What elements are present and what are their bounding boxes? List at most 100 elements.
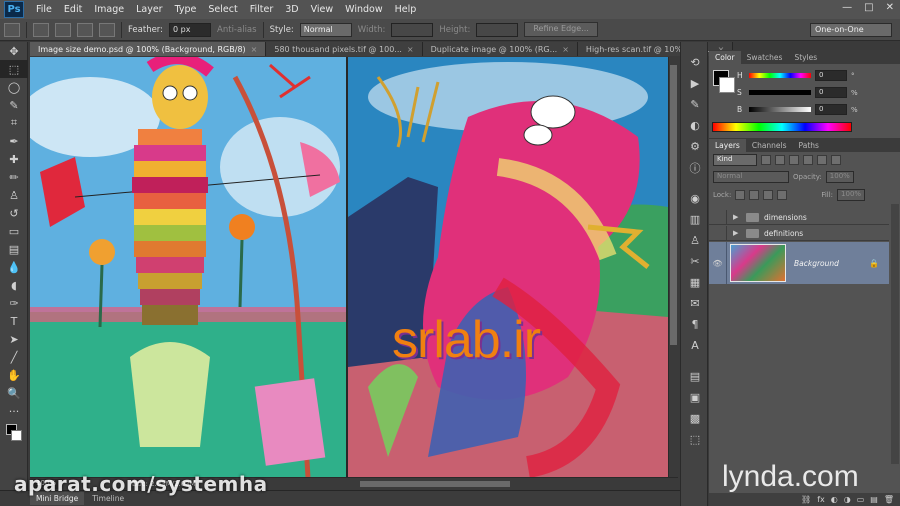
- tab-color[interactable]: Color: [709, 50, 741, 64]
- layer-row-definitions[interactable]: ▶ definitions: [709, 225, 889, 241]
- paragraph-panel-icon[interactable]: ¶: [681, 314, 709, 335]
- width-input[interactable]: [391, 22, 434, 37]
- visibility-toggle-icon[interactable]: [709, 225, 727, 241]
- fill-input[interactable]: 100%: [837, 189, 866, 201]
- clone-source-panel-icon[interactable]: ♙: [681, 230, 709, 251]
- layer-filter-kind-select[interactable]: Kind: [713, 154, 757, 166]
- histogram-panel-icon[interactable]: ▥: [681, 209, 709, 230]
- tool-presets-panel-icon[interactable]: ✂: [681, 251, 709, 272]
- history-brush-tool-icon[interactable]: ↺: [0, 204, 28, 222]
- tab-duplicate-image[interactable]: Duplicate image @ 100% (RG... ×: [422, 42, 578, 56]
- filter-type-icon[interactable]: [789, 155, 799, 165]
- zoom-tool-icon[interactable]: 🔍: [0, 384, 28, 402]
- clone-stamp-tool-icon[interactable]: ♙: [0, 186, 28, 204]
- tab-paths[interactable]: Paths: [793, 139, 825, 152]
- character-panel-icon[interactable]: A: [681, 335, 709, 356]
- quick-selection-tool-icon[interactable]: ✎: [0, 96, 28, 114]
- info-panel-icon[interactable]: ⓘ: [681, 157, 709, 178]
- eraser-tool-icon[interactable]: ▭: [0, 222, 28, 240]
- lock-pixels-icon[interactable]: [749, 190, 760, 200]
- layers-scrollbar[interactable]: [891, 204, 899, 464]
- timeline-panel-icon[interactable]: ▤: [681, 366, 709, 387]
- menu-view[interactable]: View: [305, 4, 340, 15]
- menu-image[interactable]: Image: [88, 4, 130, 15]
- properties-panel-icon[interactable]: ⚙: [681, 136, 709, 157]
- new-group-icon[interactable]: ▭: [857, 495, 865, 504]
- adjustments-panel-icon[interactable]: ◐: [681, 115, 709, 136]
- layer-comps-panel-icon[interactable]: ▦: [681, 272, 709, 293]
- menu-window[interactable]: Window: [339, 4, 388, 15]
- marquee-preset-icon[interactable]: [4, 22, 20, 37]
- close-tab-icon[interactable]: ×: [562, 45, 569, 54]
- brush-panel-icon[interactable]: ✎: [681, 94, 709, 115]
- new-adjustment-icon[interactable]: ◑: [844, 495, 851, 504]
- style-select[interactable]: Normal: [299, 22, 352, 37]
- brush-tool-icon[interactable]: ✏: [0, 168, 28, 186]
- document-canvas[interactable]: [30, 57, 668, 477]
- filter-toggle-icon[interactable]: [831, 155, 841, 165]
- more-tools-icon[interactable]: ···: [0, 402, 28, 420]
- hand-tool-icon[interactable]: ✋: [0, 366, 28, 384]
- tab-channels[interactable]: Channels: [746, 139, 793, 152]
- healing-brush-tool-icon[interactable]: ✚: [0, 150, 28, 168]
- feather-input[interactable]: 0 px: [169, 22, 212, 37]
- actions-panel-icon[interactable]: ▶: [681, 73, 709, 94]
- new-selection-icon[interactable]: [33, 22, 49, 37]
- crop-tool-icon[interactable]: ⌗: [0, 114, 28, 132]
- subtract-selection-icon[interactable]: [77, 22, 93, 37]
- opacity-input[interactable]: 100%: [825, 171, 854, 183]
- intersect-selection-icon[interactable]: [99, 22, 115, 37]
- vertical-scrollbar[interactable]: [668, 57, 678, 477]
- add-mask-icon[interactable]: ◐: [831, 495, 838, 504]
- antialias-checkbox[interactable]: Anti-alias: [217, 25, 257, 35]
- eyedropper-tool-icon[interactable]: ✒: [0, 132, 28, 150]
- filter-adjustment-icon[interactable]: [775, 155, 785, 165]
- add-selection-icon[interactable]: [55, 22, 71, 37]
- filter-shape-icon[interactable]: [803, 155, 813, 165]
- tab-swatches[interactable]: Swatches: [741, 51, 789, 64]
- color-swatches[interactable]: [0, 420, 28, 446]
- rectangular-marquee-tool-icon[interactable]: ⬚: [0, 60, 28, 78]
- tab-580-thousand-pixels[interactable]: 580 thousand pixels.tif @ 100... ×: [266, 42, 423, 56]
- lock-transparent-icon[interactable]: [735, 190, 746, 200]
- expand-group-icon[interactable]: ▶: [733, 229, 741, 237]
- blend-mode-select[interactable]: Normal: [713, 171, 789, 183]
- close-tab-icon[interactable]: ×: [251, 45, 258, 54]
- lock-position-icon[interactable]: [763, 190, 774, 200]
- notes-panel-icon[interactable]: ✉: [681, 293, 709, 314]
- move-tool-icon[interactable]: ✥: [0, 42, 28, 60]
- hue-slider[interactable]: [749, 73, 811, 78]
- menu-help[interactable]: Help: [389, 4, 423, 15]
- horizontal-scroll-thumb[interactable]: [360, 481, 510, 487]
- visibility-toggle-icon[interactable]: [709, 209, 727, 225]
- filter-smart-object-icon[interactable]: [817, 155, 827, 165]
- brightness-slider[interactable]: [749, 107, 811, 112]
- menu-3d[interactable]: 3D: [279, 4, 304, 15]
- menu-filter[interactable]: Filter: [244, 4, 280, 15]
- close-tab-icon[interactable]: ×: [407, 45, 414, 54]
- menu-edit[interactable]: Edit: [58, 4, 88, 15]
- add-style-icon[interactable]: fx: [817, 495, 825, 504]
- layer-row-dimensions[interactable]: ▶ dimensions: [709, 209, 889, 225]
- background-color-chip[interactable]: [719, 77, 735, 93]
- trash-icon[interactable]: 🗑: [884, 495, 894, 504]
- new-layer-icon[interactable]: ▤: [870, 495, 878, 504]
- navigator-panel-icon[interactable]: ◉: [681, 188, 709, 209]
- path-selection-tool-icon[interactable]: ➤: [0, 330, 28, 348]
- color-spectrum-ramp[interactable]: [712, 122, 852, 132]
- expand-group-icon[interactable]: ▶: [733, 213, 741, 221]
- lock-all-icon[interactable]: [777, 190, 788, 200]
- dodge-tool-icon[interactable]: ◖: [0, 276, 28, 294]
- saturation-input[interactable]: 0: [815, 87, 847, 98]
- history-panel-icon[interactable]: ⟲: [681, 52, 709, 73]
- brightness-input[interactable]: 0: [815, 104, 847, 115]
- measurement-panel-icon[interactable]: ▣: [681, 387, 709, 408]
- maximize-button[interactable]: □: [864, 2, 873, 13]
- workspace-select[interactable]: One-on-One: [810, 23, 892, 37]
- menu-select[interactable]: Select: [202, 4, 243, 15]
- layer-row-background[interactable]: 👁 Background 🔒: [709, 242, 889, 284]
- height-input[interactable]: [476, 22, 519, 37]
- vertical-scroll-thumb[interactable]: [670, 65, 677, 345]
- lasso-tool-icon[interactable]: ◯: [0, 78, 28, 96]
- swatches-dock-icon[interactable]: ▩: [681, 408, 709, 429]
